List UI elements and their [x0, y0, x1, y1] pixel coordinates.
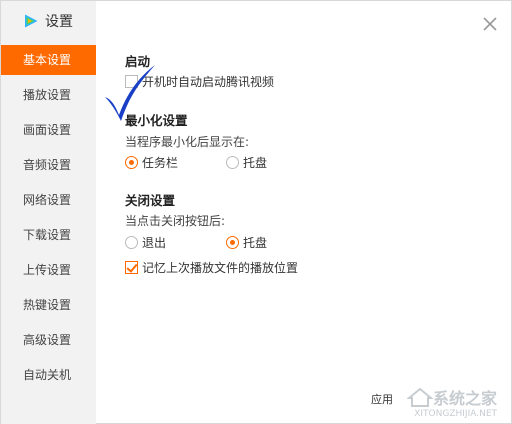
- tencent-video-logo-icon: [25, 14, 38, 28]
- sidebar-item-advanced[interactable]: 高级设置: [1, 325, 96, 355]
- radio-dot[interactable]: [125, 236, 138, 249]
- minimize-prompt: 当程序最小化后显示在:: [125, 135, 250, 149]
- radio-dot[interactable]: [125, 156, 138, 169]
- radio-dot[interactable]: [226, 236, 239, 249]
- window-title: 设置: [45, 14, 73, 30]
- sidebar-item-audio[interactable]: 音频设置: [1, 150, 96, 180]
- sidebar-item-basic[interactable]: 基本设置: [1, 45, 96, 75]
- minimize-tray-label: 托盘: [243, 156, 268, 170]
- remember-position-checkbox[interactable]: 记忆上次播放文件的播放位置: [125, 259, 298, 276]
- remember-position-checkbox-box[interactable]: [125, 261, 138, 274]
- remember-position-label: 记忆上次播放文件的播放位置: [142, 261, 299, 275]
- close-exit-label: 退出: [142, 236, 167, 250]
- close-tray-radio[interactable]: 托盘: [226, 234, 267, 251]
- close-tray-label: 托盘: [243, 236, 268, 250]
- minimize-taskbar-label: 任务栏: [142, 156, 179, 170]
- sidebar-item-picture[interactable]: 画面设置: [1, 115, 96, 145]
- minimize-title: 最小化设置: [125, 113, 188, 128]
- watermark-text: 系统之家: [432, 389, 497, 408]
- close-icon[interactable]: [481, 15, 499, 33]
- watermark-url: XITONGZHIJIA.NET: [414, 409, 497, 419]
- close-settings-prompt: 当点击关闭按钮后:: [125, 214, 226, 228]
- watermark-logo-icon: [406, 387, 433, 407]
- close-exit-radio[interactable]: 退出: [125, 234, 166, 251]
- sidebar-item-upload[interactable]: 上传设置: [1, 255, 96, 285]
- minimize-tray-radio[interactable]: 托盘: [226, 154, 267, 171]
- sidebar-item-hotkey[interactable]: 热键设置: [1, 290, 96, 320]
- apply-button[interactable]: 应用: [371, 391, 393, 407]
- sidebar-item-auto-shutdown[interactable]: 自动关机: [1, 360, 96, 390]
- close-settings-title: 关闭设置: [125, 193, 176, 208]
- settings-window: 设置 基本设置 播放设置 画面设置 音频设置 网络设置 下载设置 上传设置 热键…: [0, 0, 512, 424]
- radio-dot[interactable]: [226, 156, 239, 169]
- window-brand: 设置: [23, 10, 73, 32]
- autostart-label: 开机时自动启动腾讯视频: [142, 75, 275, 89]
- sidebar: 设置 基本设置 播放设置 画面设置 音频设置 网络设置 下载设置 上传设置 热键…: [1, 1, 96, 424]
- sidebar-item-download[interactable]: 下载设置: [1, 220, 96, 250]
- minimize-taskbar-radio[interactable]: 任务栏: [125, 154, 178, 171]
- sidebar-item-network[interactable]: 网络设置: [1, 185, 96, 215]
- watermark: 系统之家 XITONGZHIJIA.NET: [406, 385, 497, 419]
- sidebar-item-playback[interactable]: 播放设置: [1, 80, 96, 110]
